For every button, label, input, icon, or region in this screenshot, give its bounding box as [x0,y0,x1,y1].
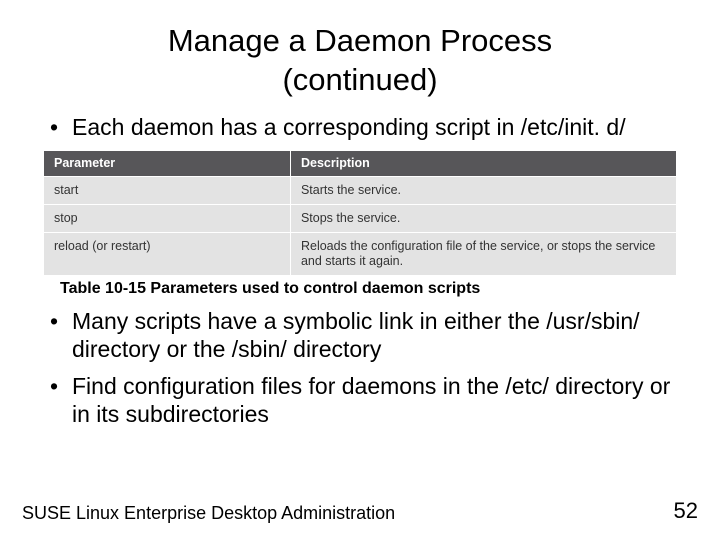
bullets-bottom: Many scripts have a symbolic link in eit… [44,308,676,428]
table-cell: Reloads the configuration file of the se… [290,233,676,276]
table-header-cell: Description [290,151,676,177]
table-caption: Table 10-15 Parameters used to control d… [60,279,676,298]
table-cell: reload (or restart) [44,233,290,276]
slide-body: Each daemon has a corresponding script i… [0,100,720,429]
slide-title: Manage a Daemon Process (continued) [0,0,720,100]
bullets-top: Each daemon has a corresponding script i… [44,114,676,142]
table-row: reload (or restart) Reloads the configur… [44,233,676,276]
table-cell: Stops the service. [290,205,676,233]
parameter-table: Parameter Description start Starts the s… [44,151,676,275]
title-line-2: (continued) [282,62,437,97]
table-header-row: Parameter Description [44,151,676,177]
parameter-table-wrap: Parameter Description start Starts the s… [44,151,676,275]
slide: Manage a Daemon Process (continued) Each… [0,0,720,540]
bullet-item: Many scripts have a symbolic link in eit… [44,308,676,363]
bullet-text: Many scripts have a symbolic link in eit… [72,308,640,362]
table-cell: start [44,177,290,205]
table-header-cell: Parameter [44,151,290,177]
table-row: stop Stops the service. [44,205,676,233]
bullet-item: Find configuration files for daemons in … [44,373,676,428]
page-number: 52 [674,498,698,524]
title-line-1: Manage a Daemon Process [168,23,552,58]
bullet-item: Each daemon has a corresponding script i… [44,114,676,142]
bullet-text: Each daemon has a corresponding script i… [72,114,626,140]
bullet-text: Find configuration files for daemons in … [72,373,670,427]
table-cell: stop [44,205,290,233]
footer-left: SUSE Linux Enterprise Desktop Administra… [22,503,395,524]
table-cell: Starts the service. [290,177,676,205]
table-row: start Starts the service. [44,177,676,205]
